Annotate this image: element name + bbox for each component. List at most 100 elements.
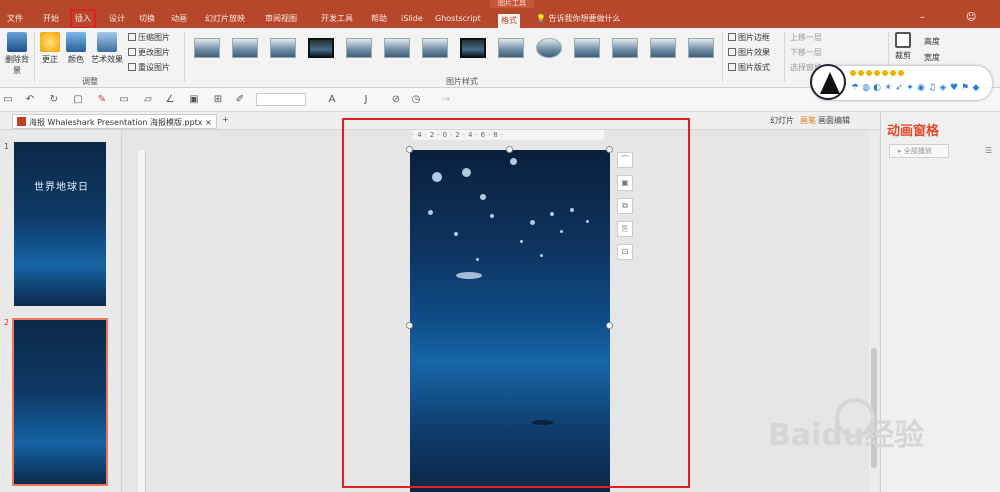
tab-9[interactable]: 帮助 [368,11,390,27]
palette-icon-9[interactable]: ◈ [938,83,948,93]
palette-icon-5[interactable]: ➶ [894,83,904,93]
close-tab-icon[interactable]: × [205,118,212,127]
picture-style-12[interactable] [612,38,638,58]
picture-style-6[interactable] [384,38,410,58]
corrections-button[interactable]: 更正 [38,32,62,65]
palette-icon-3[interactable]: ◐ [872,83,882,93]
tab-3[interactable]: 设计 [106,11,128,27]
timer-icon[interactable]: ◷ [410,94,422,106]
picture-style-4[interactable] [308,38,334,58]
screenshot-icon[interactable]: ▣ [188,94,200,106]
slide-number: 1 [4,142,10,151]
profile-icon[interactable]: ☺ [966,12,976,23]
font-size-input[interactable] [256,93,306,106]
tab-7[interactable]: 审阅视图 [262,11,300,27]
tab-11[interactable]: Ghostscript [432,11,484,27]
crop-icon [895,32,911,48]
tab-5[interactable]: 动画 [168,11,190,27]
tab-4[interactable]: 切换 [136,11,158,27]
picture-layout-button[interactable]: 图片版式 [728,62,770,73]
text-icon[interactable]: J [360,94,372,106]
new-tab-icon[interactable]: + [222,115,229,124]
animation-pane-title: 动画窗格 [887,124,940,139]
picture-border-button[interactable]: 图片边框 [728,32,770,43]
eyedropper-icon[interactable]: ✐ [234,94,246,106]
picture-style-8[interactable] [460,38,486,58]
baidu-watermark: Baidu经验 [768,418,925,453]
color-label: 颜色 [68,55,84,64]
comment-icon[interactable]: ▭ [118,94,130,106]
align-icon[interactable]: ⊞ [212,94,224,106]
pane-menu-icon[interactable]: ☰ [985,146,992,155]
picture-style-2[interactable] [232,38,258,58]
picture-style-7[interactable] [422,38,448,58]
document-tab[interactable]: 海报 Whaleshark Presentation 海报模版.pptx × [12,114,217,129]
picture-styles-gallery[interactable] [188,35,718,69]
tab-1[interactable]: 开始 [40,11,62,27]
picture-style-10[interactable] [536,38,562,58]
picture-style-1[interactable] [194,38,220,58]
palette-icon-8[interactable]: ♫ [927,83,937,93]
color-button[interactable]: 颜色 [64,32,88,65]
reset-picture-button[interactable]: 重设图片 [128,62,170,73]
tab-2[interactable]: 插入 [70,9,96,29]
picture-effects-button[interactable]: 图片效果 [728,47,770,58]
artistic-effects-label: 艺术效果 [91,55,123,64]
strip-brush-link[interactable]: 画笔 [800,115,816,126]
start-slideshow-icon[interactable]: ▢ [72,94,84,106]
palette-icon-11[interactable]: ⚑ [960,83,970,93]
slide-thumbnail-2[interactable] [12,318,108,486]
reset-picture-icon [128,63,136,71]
shape-icon[interactable]: ▱ [142,94,154,106]
brush-icon[interactable]: ✎ [96,94,108,106]
divider [184,32,185,82]
palette-icon-7[interactable]: ◉ [916,83,926,93]
artistic-effects-button[interactable]: 艺术效果 [90,32,124,65]
palette-dot-icon [882,70,888,76]
slide-number: 2 [4,318,10,327]
picture-style-5[interactable] [346,38,372,58]
crop-label: 裁剪 [895,51,911,60]
palette-icon-10[interactable]: ♥ [949,83,959,93]
tab-10[interactable]: iSlide [398,11,426,27]
vertical-ruler [138,150,146,492]
pen-icon[interactable]: ⊘ [390,94,402,106]
tab-8[interactable]: 开发工具 [318,11,356,27]
picture-style-3[interactable] [270,38,296,58]
height-field[interactable]: 高度 [924,36,940,47]
picture-style-13[interactable] [650,38,676,58]
palette-icon-4[interactable]: ☀ [883,83,893,93]
draw-icon[interactable]: ∠ [164,94,176,106]
tell-me-search[interactable]: 💡 告诉我你想要做什么 [536,13,621,24]
width-field[interactable]: 宽度 [924,52,940,63]
sun-icon [40,32,60,52]
crop-button[interactable]: 裁剪 [892,32,914,61]
minimize-icon[interactable]: – [920,12,925,23]
undo-icon[interactable]: ↶ [24,94,36,106]
picture-style-11[interactable] [574,38,600,58]
arrow-icon[interactable]: → [440,94,452,106]
palette-icon-2[interactable]: ◍ [861,83,871,93]
tab-12[interactable]: 格式 [498,14,520,28]
redo-icon[interactable]: ↻ [48,94,60,106]
save-icon[interactable]: ▭ [2,94,14,106]
annotation-highlight-box [342,118,690,488]
picture-style-14[interactable] [688,38,714,58]
picture-style-9[interactable] [498,38,524,58]
palette-icon-1[interactable]: ☂ [850,83,860,93]
remove-background-button[interactable]: 删除背景 [2,32,32,76]
change-picture-button[interactable]: 更改图片 [128,47,170,58]
palette-dot-icon [850,70,856,76]
strip-slides-link[interactable]: 幻灯片 [770,115,794,126]
font-icon[interactable]: A [326,94,338,106]
bring-forward-button[interactable]: 上移一层 [790,32,822,43]
slide-thumbnail-1[interactable]: 世界地球日 [14,142,106,306]
tab-0[interactable]: 文件 [4,11,26,27]
strip-edit-link[interactable]: 画面编辑 [818,115,850,126]
tab-6[interactable]: 幻灯片放映 [202,11,248,27]
palette-icon-6[interactable]: ✦ [905,83,915,93]
compress-pictures-button[interactable]: 压缩图片 [128,32,170,43]
send-backward-button[interactable]: 下移一层 [790,47,822,58]
palette-icon-12[interactable]: ◆ [971,83,981,93]
play-all-button[interactable]: ▸ 全部播放 [889,144,949,158]
